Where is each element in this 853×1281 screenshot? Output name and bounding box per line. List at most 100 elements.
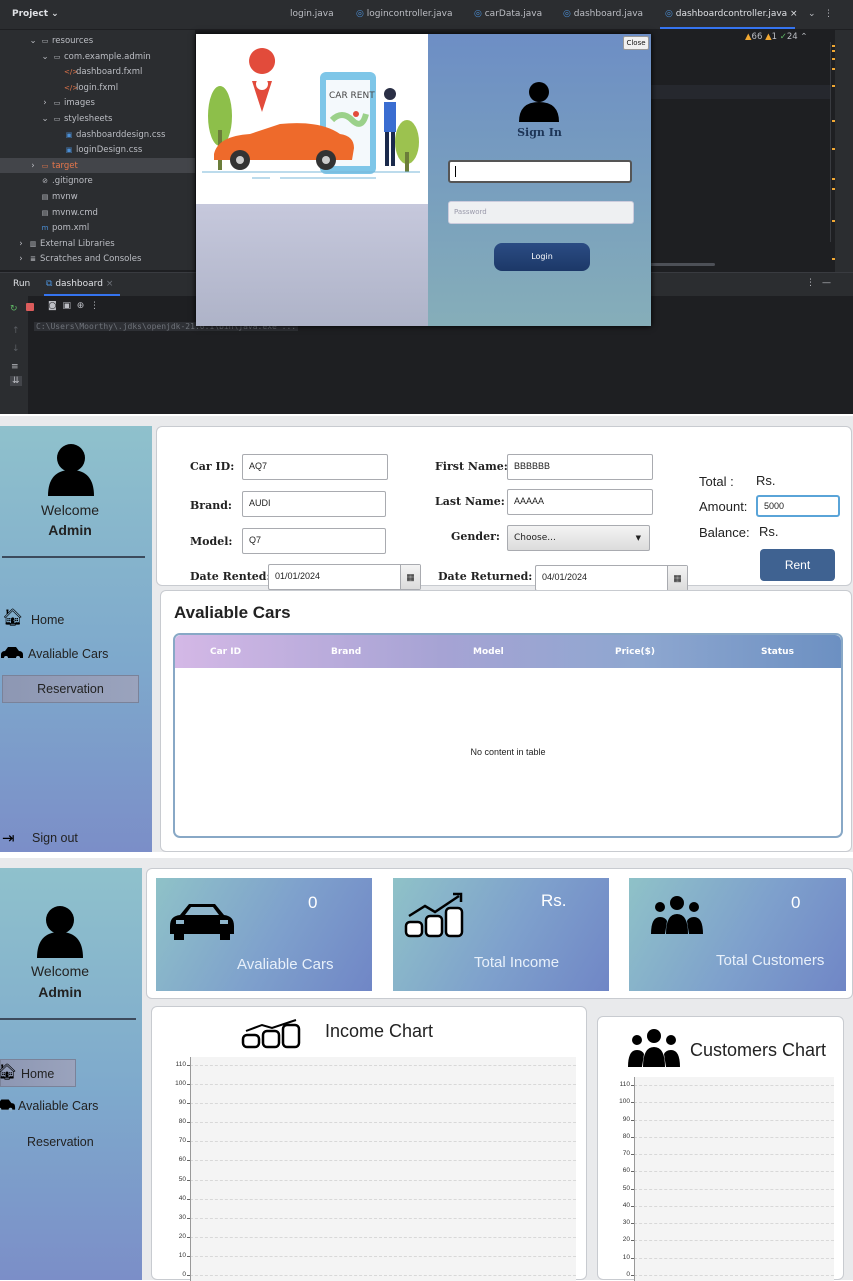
tab-dashboardcontroller-java[interactable]: ◎ dashboardcontroller.java × <box>665 9 798 19</box>
inspection-widget[interactable]: ▲66 ▲1 ✓24 ⌃ <box>745 32 808 42</box>
tab-label: dashboard.java <box>573 9 644 19</box>
editor-area: ▲66 ▲1 ✓24 ⌃ <box>650 30 853 272</box>
col-car-id[interactable]: Car ID <box>210 647 241 657</box>
horizontal-scrollbar[interactable] <box>650 263 715 266</box>
arrow-down-icon[interactable]: ↓ <box>12 344 20 354</box>
username-field[interactable] <box>448 160 632 183</box>
chevron-down-icon[interactable]: ⌄ <box>28 36 38 46</box>
tree-item[interactable]: ▤ mvnw <box>28 192 78 202</box>
tree-item[interactable]: ⌄ ▭ com.example.admin <box>40 51 151 62</box>
minimize-icon[interactable]: — <box>822 278 831 288</box>
col-model[interactable]: Model <box>473 647 504 657</box>
zoom-icon[interactable]: ⊕ <box>77 301 85 311</box>
nav-reservation[interactable]: Reservation <box>2 675 139 703</box>
tree-item[interactable]: ⌄ ▭ stylesheets <box>40 114 112 124</box>
tree-item[interactable]: › ≣ Scratches and Consoles <box>16 254 141 264</box>
tab-cardata-java[interactable]: ◎ carData.java <box>474 9 542 19</box>
right-tool-strip <box>835 30 853 272</box>
brand-field[interactable]: AUDI <box>242 491 386 517</box>
soft-wrap-icon[interactable]: ≡ <box>11 362 19 372</box>
col-status[interactable]: Status <box>761 647 794 657</box>
nav-home[interactable]: 🏠︎ Home <box>2 608 142 630</box>
calendar-icon[interactable]: ▦ <box>667 566 687 590</box>
nav-available-cars[interactable]: Avaliable Cars <box>0 642 140 664</box>
chevron-right-icon[interactable]: › <box>16 239 26 249</box>
gridline <box>634 1119 834 1121</box>
tab-dashboard-java[interactable]: ◎ dashboard.java <box>563 9 643 19</box>
nav-available-cars[interactable]: Avaliable Cars <box>0 1094 140 1116</box>
debug-icon[interactable]: ▣ <box>62 301 71 311</box>
chevron-right-icon[interactable]: › <box>16 254 26 264</box>
amount-field[interactable]: 5000 <box>756 495 840 517</box>
more-icon[interactable]: ⋮ <box>90 301 99 311</box>
y-tick-label: 60 <box>622 1167 630 1175</box>
tree-item-label: com.example.admin <box>64 51 151 62</box>
stat-label: Total Customers <box>716 952 825 969</box>
car-id-field[interactable]: AQ7 <box>242 454 388 480</box>
chevron-down-icon[interactable]: ⌄ <box>40 114 50 124</box>
chevron-up-icon[interactable]: ⌃ <box>800 32 807 42</box>
chevron-down-icon[interactable]: ⌄ <box>40 52 50 62</box>
tree-item[interactable]: › ▭ target <box>28 161 78 171</box>
run-tab-dashboard[interactable]: ⧉ dashboard × <box>46 279 113 289</box>
signout-button[interactable]: ⇥ Sign out <box>2 829 142 849</box>
close-button[interactable]: Close <box>623 36 649 50</box>
project-dropdown[interactable]: Project ⌄ <box>12 9 59 19</box>
tree-item-label: mvnw.cmd <box>52 207 98 218</box>
date-returned-picker[interactable]: 04/01/2024 ▦ <box>535 565 688 591</box>
rent-button[interactable]: Rent <box>760 549 835 581</box>
stat-value: 0 <box>791 893 801 912</box>
chevron-right-icon[interactable]: › <box>28 161 38 171</box>
tree-item[interactable]: ▣ loginDesign.css <box>52 145 143 155</box>
more-icon[interactable]: ⋮ <box>824 9 833 19</box>
close-icon[interactable]: × <box>106 279 114 289</box>
car-rent-illustration: CAR RENT <box>196 34 428 204</box>
nav-reservation[interactable]: Reservation <box>0 1130 120 1152</box>
warning-count: 66 <box>751 32 763 42</box>
date-rented-picker[interactable]: 01/01/2024 ▦ <box>268 564 421 590</box>
arrow-up-icon[interactable]: ↑ <box>12 326 20 336</box>
tree-item[interactable]: › ▭ images <box>40 98 95 108</box>
gridline <box>190 1217 576 1219</box>
fxml-file-icon: </> <box>64 83 79 92</box>
tree-item[interactable]: ⊘ .gitignore <box>28 176 93 186</box>
tree-item[interactable]: ▤ mvnw.cmd <box>28 208 98 218</box>
sidebar: Welcome Admin 🏠︎ Home Avaliable Cars Res… <box>0 426 152 852</box>
tab-login-java[interactable]: login.java <box>290 9 334 19</box>
close-icon[interactable]: × <box>790 9 798 19</box>
calendar-icon[interactable]: ▦ <box>400 565 420 589</box>
last-name-field[interactable]: AAAAA <box>507 489 653 515</box>
nav-home[interactable]: 🏠︎ Home <box>0 1059 76 1087</box>
rerun-icon[interactable]: ↻ <box>10 304 18 314</box>
admin-name: Admin <box>38 984 82 1000</box>
folder-icon: ▭ <box>53 99 61 108</box>
cars-table[interactable]: Car ID Brand Model Price($) Status No co… <box>173 633 843 838</box>
stop-icon[interactable] <box>26 303 34 311</box>
tree-item-label: External Libraries <box>40 238 115 249</box>
gridline <box>634 1240 834 1242</box>
col-brand[interactable]: Brand <box>331 647 361 657</box>
tab-label: carData.java <box>484 9 543 19</box>
login-button[interactable]: Login <box>494 243 590 271</box>
gender-select[interactable]: Choose... ▼ <box>507 525 650 551</box>
tree-item[interactable]: ▣ dashboarddesign.css <box>52 130 166 140</box>
gridline <box>634 1257 834 1259</box>
y-tick-label: 90 <box>178 1099 186 1107</box>
tree-item[interactable]: › ▥ External Libraries <box>16 238 115 249</box>
tree-item[interactable]: ⌄ ▭ resources <box>28 36 93 46</box>
dashboard-window: Welcome Admin 🏠︎ Home Avaliable Cars Res… <box>0 858 853 1281</box>
model-field[interactable]: Q7 <box>242 528 386 554</box>
tree-item[interactable]: </>dashboard.fxml <box>52 67 142 77</box>
tab-logincontroller-java[interactable]: ◎ logincontroller.java <box>356 9 453 19</box>
tree-item[interactable]: m pom.xml <box>28 223 90 233</box>
password-field[interactable]: Password <box>448 201 634 224</box>
col-price[interactable]: Price($) <box>615 647 655 657</box>
scroll-end-icon[interactable]: ⇊ <box>10 376 22 386</box>
more-icon[interactable]: ⋮ <box>806 278 815 288</box>
camera-icon[interactable]: ◙ <box>48 301 57 311</box>
chevron-right-icon[interactable]: › <box>40 98 50 108</box>
tree-item[interactable]: </>login.fxml <box>52 83 118 93</box>
tree-item-label: dashboard.fxml <box>76 67 143 78</box>
chevron-down-icon[interactable]: ⌄ <box>808 9 816 19</box>
first-name-field[interactable]: BBBBBB <box>507 454 653 480</box>
